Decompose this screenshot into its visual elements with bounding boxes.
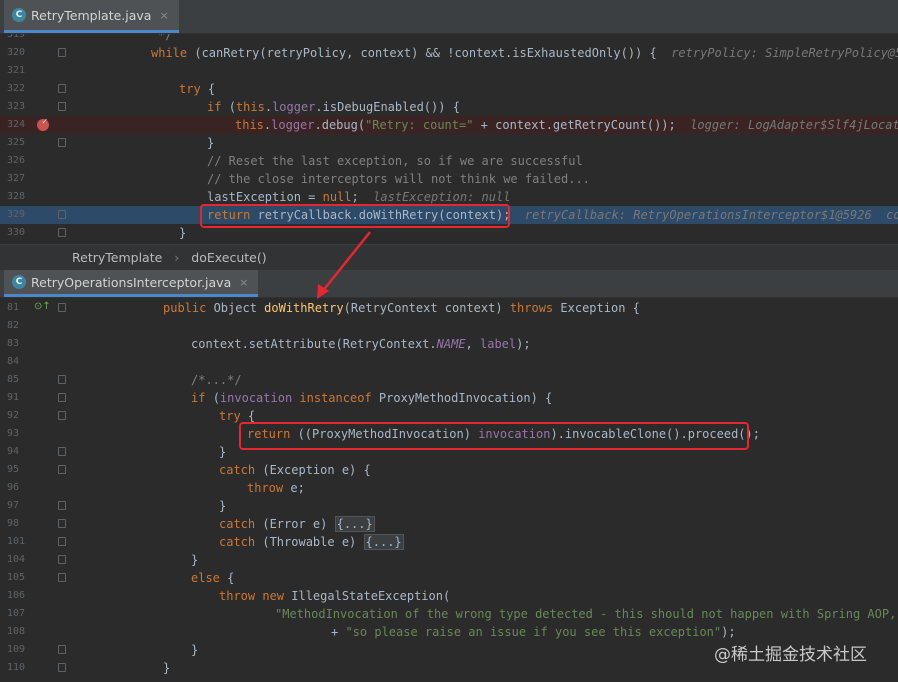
watermark: @稀土掘金技术社区 bbox=[714, 640, 867, 665]
arrow-annotation bbox=[0, 0, 898, 682]
